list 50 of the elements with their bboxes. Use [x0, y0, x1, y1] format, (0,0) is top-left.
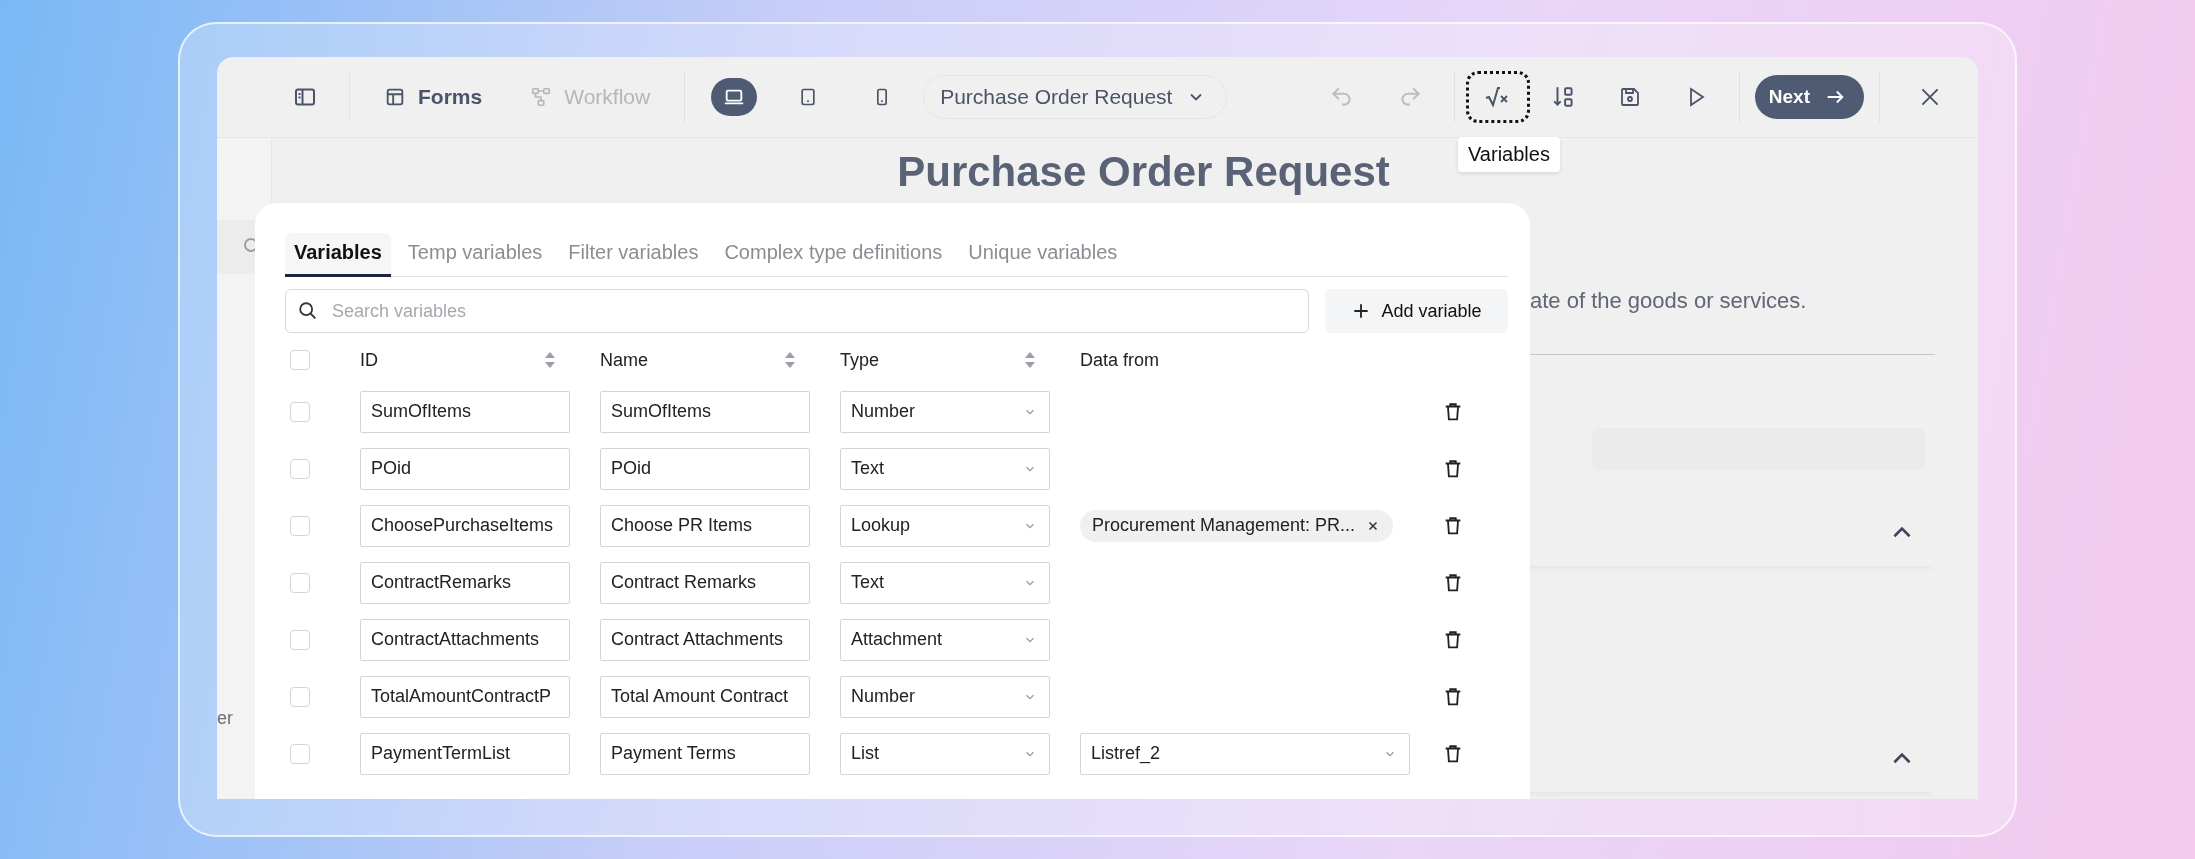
column-header: ID — [360, 349, 378, 371]
column-header: Name — [600, 349, 648, 371]
tooltip: Variables — [1458, 137, 1560, 172]
checkbox[interactable] — [290, 572, 310, 593]
tab[interactable]: Variables — [285, 233, 391, 277]
checkbox[interactable] — [290, 458, 310, 479]
type-dropdown[interactable]: Text — [840, 561, 1050, 604]
name-field[interactable]: Contract Remarks — [600, 561, 810, 604]
checkbox[interactable] — [290, 401, 310, 422]
add-variable-button[interactable]: Add variable — [1325, 289, 1508, 333]
flowchart-icon — [530, 86, 553, 108]
name-field[interactable]: Payment Terms — [600, 732, 810, 775]
sidebar-label: er — [217, 708, 234, 729]
name-field[interactable]: POid — [600, 447, 810, 490]
form-description: ate of the goods or services. — [1530, 288, 1807, 314]
checkbox[interactable] — [290, 686, 310, 707]
checkbox[interactable] — [290, 350, 310, 370]
laptop-view-button[interactable] — [711, 78, 758, 116]
data-source-dropdown[interactable]: Listref_2 — [1080, 732, 1410, 775]
name-field[interactable]: Contract Attachments — [600, 618, 810, 661]
column-header: Type — [840, 349, 880, 371]
checkbox[interactable] — [290, 629, 310, 650]
remove-icon[interactable] — [1367, 519, 1380, 532]
next-button[interactable]: Next — [1754, 75, 1864, 119]
name-field[interactable]: SumOfItems — [600, 390, 810, 433]
id-field[interactable]: TotalAmountContractP — [360, 675, 570, 718]
id-field[interactable]: ContractRemarks — [360, 561, 570, 604]
type-dropdown[interactable]: Text — [840, 447, 1050, 490]
type-dropdown[interactable]: Attachment — [840, 618, 1050, 661]
name-field[interactable]: Total Amount Contract — [600, 675, 810, 718]
id-field[interactable]: ChoosePurchaseItems — [360, 504, 570, 547]
search-field[interactable]: Search variables — [285, 289, 1309, 333]
id-field[interactable]: POid — [360, 447, 570, 490]
type-dropdown[interactable]: List — [840, 732, 1050, 775]
type-dropdown[interactable]: Number — [840, 675, 1050, 718]
column-header: Data from — [1080, 349, 1160, 371]
id-field[interactable]: SumOfItems — [360, 390, 570, 433]
checkbox[interactable] — [290, 743, 310, 764]
name-field[interactable]: Choose PR Items — [600, 504, 810, 547]
id-field[interactable]: ContractAttachments — [360, 618, 570, 661]
data-source-chip[interactable]: Procurement Management: PR... — [1080, 509, 1394, 542]
checkbox[interactable] — [290, 515, 310, 536]
type-dropdown[interactable]: Lookup — [840, 504, 1050, 547]
id-field[interactable]: PaymentTermList — [360, 732, 570, 775]
form-title: Purchase Order Request — [897, 148, 1390, 196]
layout-icon — [384, 86, 406, 108]
view-tab[interactable]: Forms — [360, 75, 507, 119]
type-dropdown[interactable]: Number — [840, 390, 1050, 433]
variables-button[interactable] — [1465, 71, 1530, 123]
search-icon — [297, 300, 319, 322]
